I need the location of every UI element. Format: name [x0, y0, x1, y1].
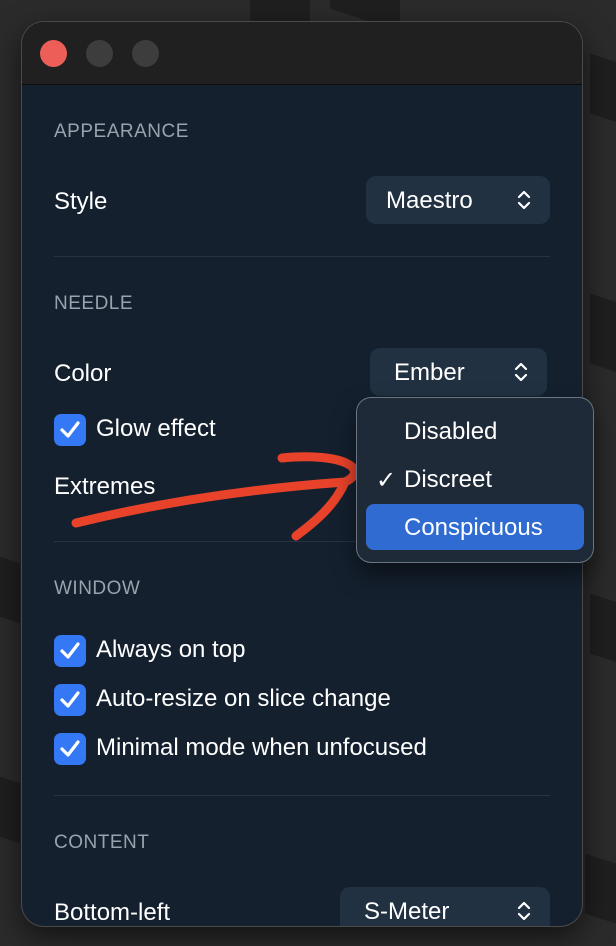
section-divider	[54, 795, 550, 796]
minimal-mode-label: Minimal mode when unfocused	[96, 734, 427, 761]
minimal-mode-checkbox-row[interactable]: Minimal mode when unfocused	[54, 733, 504, 767]
chevron-up-down-icon	[517, 190, 531, 210]
background-tile	[0, 776, 20, 844]
section-title-window: WINDOW	[54, 578, 141, 599]
color-popup-button[interactable]: Ember	[370, 348, 547, 396]
always-on-top-checkbox-row[interactable]: Always on top	[54, 635, 354, 669]
auto-resize-checkbox[interactable]	[54, 684, 86, 716]
menu-item-label: Discreet	[404, 466, 493, 493]
checkmark-icon	[60, 740, 80, 757]
menu-item-label: Disabled	[404, 418, 498, 445]
chevron-up-down-icon	[514, 362, 528, 382]
color-popup-value: Ember	[394, 359, 465, 386]
color-label: Color	[54, 360, 112, 387]
glow-effect-label: Glow effect	[96, 415, 216, 442]
minimize-window-button[interactable]	[86, 40, 113, 67]
background-tile	[0, 556, 20, 624]
menu-item-label: Conspicuous	[404, 514, 543, 541]
extremes-label: Extremes	[54, 473, 156, 500]
menu-item-conspicuous[interactable]: Conspicuous	[366, 504, 584, 550]
checkmark-icon: ✓	[376, 467, 397, 494]
glow-effect-checkbox[interactable]	[54, 414, 86, 446]
zoom-window-button[interactable]	[132, 40, 159, 67]
section-title-content: CONTENT	[54, 832, 150, 853]
menu-item-discreet[interactable]: ✓ Discreet	[366, 456, 584, 502]
glow-effect-checkbox-row[interactable]: Glow effect	[54, 414, 314, 448]
style-popup-button[interactable]: Maestro	[366, 176, 550, 224]
bottom-left-popup-button[interactable]: S-Meter	[340, 887, 550, 926]
close-window-button[interactable]	[40, 40, 67, 67]
extremes-dropdown-menu: Disabled ✓ Discreet Conspicuous	[357, 398, 593, 562]
minimal-mode-checkbox[interactable]	[54, 733, 86, 765]
background-tile	[590, 293, 616, 377]
chevron-up-down-icon	[517, 901, 531, 921]
title-bar[interactable]	[22, 22, 582, 85]
background-tile	[590, 53, 616, 127]
bottom-left-label: Bottom-left	[54, 899, 171, 926]
background-tile	[590, 593, 616, 667]
auto-resize-label: Auto-resize on slice change	[96, 685, 391, 712]
section-title-appearance: APPEARANCE	[54, 121, 189, 142]
style-popup-value: Maestro	[386, 187, 473, 214]
auto-resize-checkbox-row[interactable]: Auto-resize on slice change	[54, 684, 474, 718]
style-label: Style	[54, 188, 108, 215]
checkmark-icon	[60, 691, 80, 708]
checkmark-icon	[60, 642, 80, 659]
menu-item-disabled[interactable]: Disabled	[366, 408, 584, 454]
section-title-needle: NEEDLE	[54, 293, 134, 314]
section-divider	[54, 256, 550, 257]
background-tile	[585, 853, 616, 927]
always-on-top-label: Always on top	[96, 636, 246, 663]
bottom-left-popup-value: S-Meter	[364, 898, 450, 925]
checkmark-icon	[60, 421, 80, 438]
always-on-top-checkbox[interactable]	[54, 635, 86, 667]
